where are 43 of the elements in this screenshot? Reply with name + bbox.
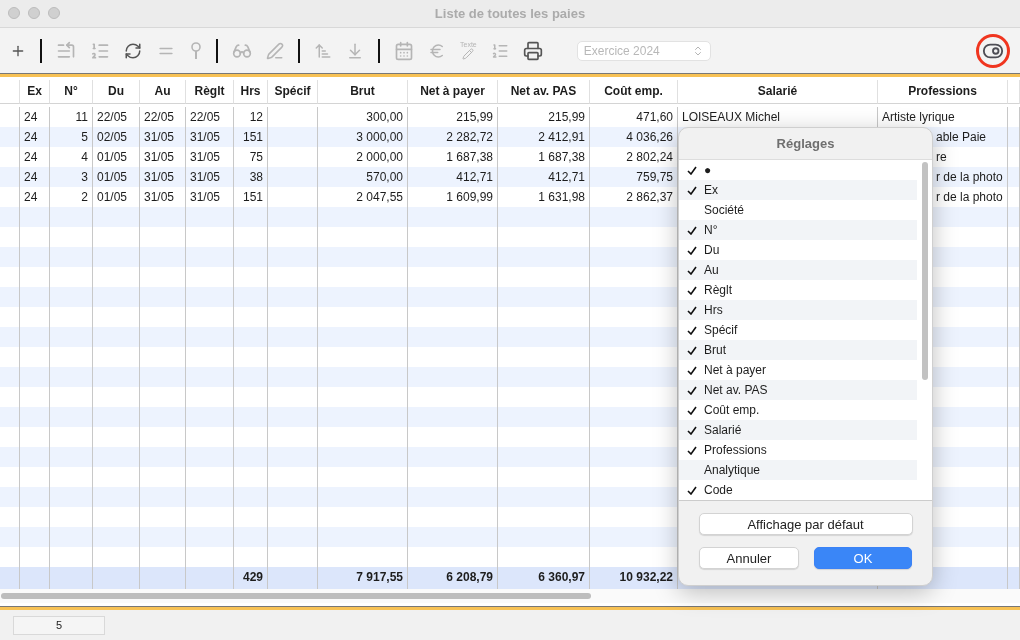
column-option[interactable]: Salarié xyxy=(679,420,917,440)
toggle-icon[interactable] xyxy=(976,33,1010,68)
column-option[interactable]: N° xyxy=(679,220,917,240)
column-option[interactable]: Hrs xyxy=(679,300,917,320)
column-option[interactable]: Brut xyxy=(679,340,917,360)
column-header[interactable]: Brut xyxy=(318,80,408,104)
column-header[interactable]: Ex xyxy=(20,80,50,104)
refresh-icon[interactable] xyxy=(124,41,142,60)
ok-button[interactable]: OK xyxy=(814,547,912,569)
calendar-icon[interactable] xyxy=(394,40,414,61)
euro-coin-icon[interactable] xyxy=(428,41,446,60)
column-header[interactable]: Au xyxy=(140,80,186,104)
column-header[interactable]: N° xyxy=(50,80,93,104)
column-option[interactable]: Net av. PAS xyxy=(679,380,917,400)
window-title: Liste de toutes les paies xyxy=(434,6,586,21)
column-header[interactable]: Règlt xyxy=(186,80,234,104)
column-header[interactable]: Spécif xyxy=(268,80,318,104)
columns-icon[interactable] xyxy=(490,41,509,60)
vertical-scrollbar[interactable] xyxy=(921,162,928,380)
pen-icon[interactable] xyxy=(266,41,284,60)
column-option[interactable]: Analytique xyxy=(679,460,917,480)
record-count: 5 xyxy=(13,615,105,635)
column-option[interactable]: Ex xyxy=(679,180,917,200)
pin-icon[interactable] xyxy=(190,41,202,60)
zoom-button[interactable] xyxy=(48,7,60,19)
default-view-button[interactable]: Affichage par défaut xyxy=(698,513,913,535)
column-header[interactable]: Net à payer xyxy=(408,80,498,104)
column-header[interactable]: Professions xyxy=(878,80,1008,104)
sort-down-icon[interactable] xyxy=(346,41,364,60)
column-header[interactable]: Net av. PAS xyxy=(498,80,590,104)
sort-up-icon[interactable] xyxy=(314,41,332,60)
horizontal-scrollbar[interactable] xyxy=(1,593,591,599)
minimize-button[interactable] xyxy=(28,7,40,19)
column-option[interactable]: Au xyxy=(679,260,917,280)
printer-icon[interactable] xyxy=(522,40,543,61)
close-button[interactable] xyxy=(8,7,20,19)
empty-header xyxy=(0,80,20,104)
column-header[interactable]: Salarié xyxy=(678,80,878,104)
column-header[interactable]: Coût emp. xyxy=(590,80,678,104)
column-header[interactable]: Du xyxy=(93,80,140,104)
empty-header xyxy=(1008,80,1020,104)
column-header[interactable]: Hrs xyxy=(234,80,268,104)
cancel-button[interactable]: Annuler xyxy=(699,547,799,569)
